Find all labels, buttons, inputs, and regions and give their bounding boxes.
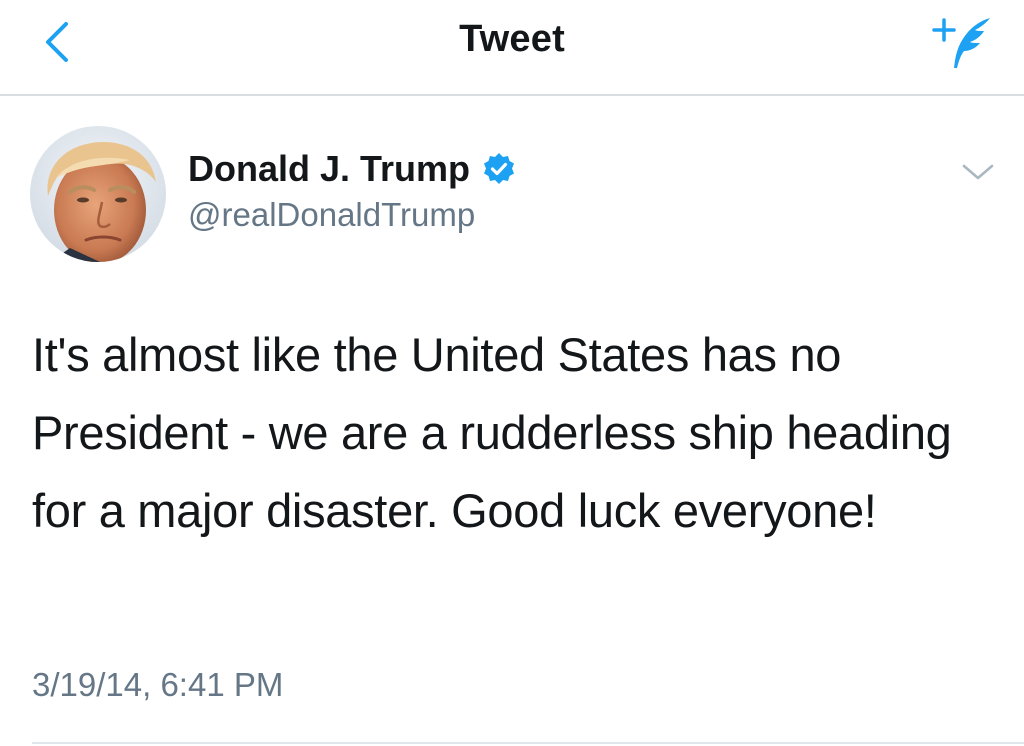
verified-badge-icon <box>484 153 515 184</box>
avatar[interactable] <box>30 126 166 262</box>
author-handle[interactable]: @realDonaldTrump <box>188 196 475 234</box>
author-name[interactable]: Donald J. Trump <box>188 148 470 190</box>
compose-tweet-icon <box>932 18 990 68</box>
tweet-detail-screen: Tweet Donald J. Trump @realDonaldTrump I… <box>0 0 1024 746</box>
navigation-bar: Tweet <box>0 0 1024 96</box>
author-name-row: Donald J. Trump <box>188 146 516 192</box>
tweet-timestamp: 3/19/14, 6:41 PM <box>32 666 284 703</box>
divider <box>32 742 1024 744</box>
compose-tweet-button[interactable] <box>928 14 998 72</box>
tweet-options-button[interactable] <box>958 158 998 186</box>
tweet-text: It's almost like the United States has n… <box>32 328 952 537</box>
page-title: Tweet <box>459 18 565 60</box>
chevron-down-icon <box>962 164 994 180</box>
profile-photo-image <box>30 126 166 262</box>
